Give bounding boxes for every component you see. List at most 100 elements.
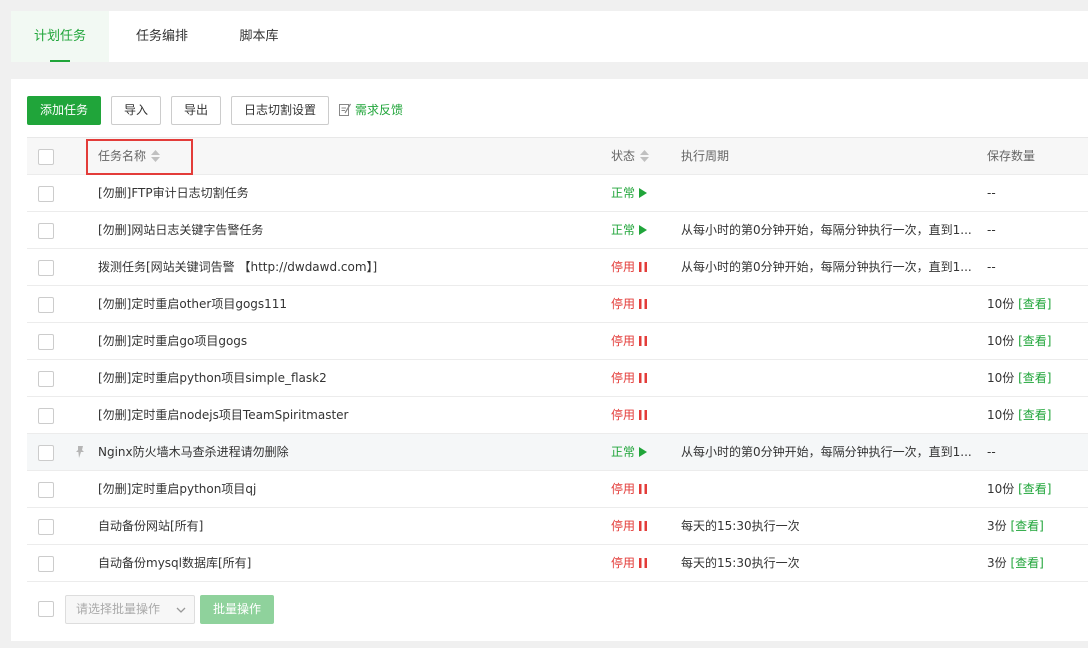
status-label: 停用	[611, 260, 636, 274]
row-checkbox[interactable]	[38, 445, 54, 461]
table-row: Nginx防火墙木马查杀进程请勿删除 正常 从每小时的第0分钟开始，每隔分钟执行一次…	[27, 434, 1088, 471]
save-count: --	[987, 223, 996, 237]
table-row: 拨测任务[网站关键词告警 【http://dwdawd.com】] 停用 从每小时的…	[27, 249, 1088, 286]
status-toggle[interactable]: 停用	[611, 471, 671, 507]
save-count: 10份	[987, 371, 1015, 385]
table-body: [勿删]FTP审计日志切割任务 正常 -- [勿删]网站日志关键字告警任务 正常 从每小时…	[27, 175, 1088, 582]
tab-script-library[interactable]: 脚本库	[221, 11, 297, 62]
pin-icon[interactable]	[73, 445, 87, 459]
row-checkbox[interactable]	[38, 186, 54, 202]
execution-cycle	[681, 323, 981, 359]
batch-operation-button[interactable]: 批量操作	[200, 595, 274, 624]
save-count: 10份	[987, 297, 1015, 311]
save-count-cell: --	[987, 249, 1088, 285]
batch-operation-select[interactable]: 请选择批量操作	[65, 595, 195, 624]
play-icon	[639, 188, 648, 198]
add-task-button[interactable]: 添加任务	[27, 96, 101, 125]
status-label: 停用	[611, 371, 636, 385]
column-save-header: 保存数量	[987, 149, 1036, 163]
pause-icon	[639, 558, 648, 568]
row-checkbox[interactable]	[38, 334, 54, 350]
tab-task-orchestration[interactable]: 任务编排	[121, 11, 203, 62]
save-count-cell: 10份 [查看]	[987, 323, 1088, 359]
status-toggle[interactable]: 正常	[611, 212, 671, 248]
status-label: 停用	[611, 408, 636, 422]
row-checkbox[interactable]	[38, 556, 54, 572]
save-count: 10份	[987, 482, 1015, 496]
table-row: [勿删]定时重启other项目gogs111 停用 10份 [查看]	[27, 286, 1088, 323]
view-backups-link[interactable]: [查看]	[1018, 371, 1051, 385]
execution-cycle: 从每小时的第0分钟开始，每隔分钟执行一次，直到1...	[681, 223, 972, 237]
column-status-header[interactable]: 状态	[611, 138, 671, 174]
export-button[interactable]: 导出	[171, 96, 221, 125]
table-row: [勿删]FTP审计日志切割任务 正常 --	[27, 175, 1088, 212]
task-name: [勿删]定时重启go项目gogs	[98, 334, 248, 348]
status-label: 停用	[611, 482, 636, 496]
status-label: 停用	[611, 519, 636, 533]
execution-cycle: 每天的15:30执行一次	[681, 519, 800, 533]
save-count-cell: 10份 [查看]	[987, 397, 1088, 433]
view-backups-link[interactable]: [查看]	[1018, 408, 1051, 422]
play-icon	[639, 447, 648, 457]
row-checkbox[interactable]	[38, 260, 54, 276]
task-panel: 添加任务 导入 导出 日志切割设置 需求反馈 任务名称 状态 执行周期 保存数量…	[11, 79, 1088, 641]
status-toggle[interactable]: 正常	[611, 434, 671, 470]
view-backups-link[interactable]: [查看]	[1010, 556, 1043, 570]
save-count: --	[987, 260, 996, 274]
row-checkbox[interactable]	[38, 519, 54, 535]
row-checkbox[interactable]	[38, 408, 54, 424]
tab-scheduled-tasks[interactable]: 计划任务	[11, 11, 109, 62]
save-count-cell: --	[987, 175, 1088, 211]
execution-cycle	[681, 286, 981, 322]
save-count: --	[987, 445, 996, 459]
play-icon	[639, 225, 648, 235]
task-name: 自动备份mysql数据库[所有]	[98, 556, 252, 570]
status-toggle[interactable]: 停用	[611, 397, 671, 433]
status-toggle[interactable]: 停用	[611, 545, 671, 581]
feedback-label: 需求反馈	[355, 103, 404, 117]
view-backups-link[interactable]: [查看]	[1018, 334, 1051, 348]
table-row: [勿删]定时重启python项目qj 停用 10份 [查看]	[27, 471, 1088, 508]
footer-select-checkbox[interactable]	[38, 601, 54, 617]
row-checkbox[interactable]	[38, 297, 54, 313]
table-row: [勿删]定时重启go项目gogs 停用 10份 [查看]	[27, 323, 1088, 360]
task-name: [勿删]FTP审计日志切割任务	[98, 186, 249, 200]
status-toggle[interactable]: 停用	[611, 508, 671, 544]
view-backups-link[interactable]: [查看]	[1018, 297, 1051, 311]
status-toggle[interactable]: 停用	[611, 249, 671, 285]
column-cycle-header: 执行周期	[681, 149, 730, 163]
status-label: 正常	[611, 186, 636, 200]
save-count-cell: 10份 [查看]	[987, 286, 1088, 322]
status-toggle[interactable]: 停用	[611, 286, 671, 322]
status-toggle[interactable]: 正常	[611, 175, 671, 211]
pause-icon	[639, 521, 648, 531]
status-toggle[interactable]: 停用	[611, 360, 671, 396]
view-backups-link[interactable]: [查看]	[1010, 519, 1043, 533]
save-count: --	[987, 186, 996, 200]
task-name: [勿删]定时重启other项目gogs111	[98, 297, 288, 311]
save-count-cell: 3份 [查看]	[987, 545, 1088, 581]
pause-icon	[639, 336, 648, 346]
log-cut-settings-button[interactable]: 日志切割设置	[231, 96, 329, 125]
task-name: Nginx防火墙木马查杀进程请勿删除	[98, 445, 289, 459]
save-count: 3份	[987, 519, 1007, 533]
row-checkbox[interactable]	[38, 371, 54, 387]
save-count-cell: --	[987, 434, 1088, 470]
status-label: 停用	[611, 297, 636, 311]
table-row: 自动备份mysql数据库[所有] 停用 每天的15:30执行一次 3份 [查看]	[27, 545, 1088, 582]
task-name: [勿删]定时重启python项目simple_flask2	[98, 371, 327, 385]
edit-icon	[339, 103, 352, 116]
feedback-link[interactable]: 需求反馈	[339, 96, 403, 125]
pause-icon	[639, 410, 648, 420]
status-toggle[interactable]: 停用	[611, 323, 671, 359]
task-name: [勿删]定时重启python项目qj	[98, 482, 257, 496]
pause-icon	[639, 484, 648, 494]
execution-cycle: 每天的15:30执行一次	[681, 556, 800, 570]
save-count-cell: --	[987, 212, 1088, 248]
row-checkbox[interactable]	[38, 223, 54, 239]
import-button[interactable]: 导入	[111, 96, 161, 125]
view-backups-link[interactable]: [查看]	[1018, 482, 1051, 496]
select-all-checkbox[interactable]	[38, 149, 54, 165]
save-count-cell: 10份 [查看]	[987, 360, 1088, 396]
row-checkbox[interactable]	[38, 482, 54, 498]
